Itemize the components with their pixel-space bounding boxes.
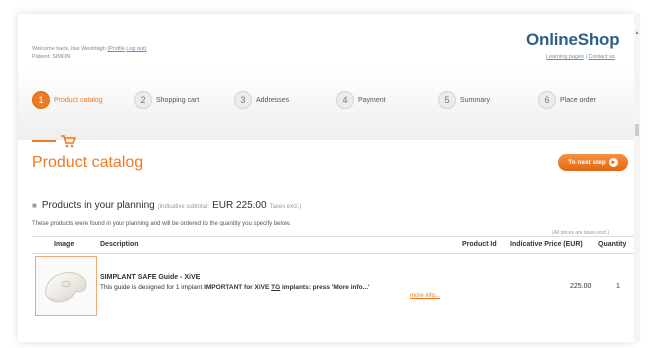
step-number: 6 [538, 91, 556, 109]
scrollbar-thumb[interactable] [635, 124, 639, 136]
desc-end: implants: press 'More info...' [281, 284, 370, 291]
product-description: This guide is designed for 1 implant IMP… [100, 284, 370, 291]
welcome-block: Welcome back, Ilse Westdagh (Profile Log… [32, 45, 146, 61]
subtotal-label: (indicative subtotal: [157, 204, 210, 210]
desc-tg: TG [271, 284, 281, 291]
patient-label: Patient: [32, 54, 51, 60]
scroll-up-icon[interactable]: ▲ [634, 30, 640, 36]
step-place-order[interactable]: 6 Place order [538, 90, 596, 110]
top-links: Learning pages | Contact us [546, 54, 615, 60]
next-step-button[interactable]: To next step ▸ [558, 154, 628, 171]
page: Welcome back, Ilse Westdagh (Profile Log… [0, 0, 651, 348]
cart-indicator [32, 134, 76, 148]
products-description: These products were found in your planni… [32, 221, 291, 227]
step-number: 1 [32, 91, 50, 109]
page-title: Product catalog [32, 154, 144, 171]
logout-link[interactable]: Log out) [126, 46, 146, 52]
subtotal-amount: EUR 225.00 [212, 200, 267, 211]
step-addresses[interactable]: 3 Addresses [234, 90, 289, 110]
step-number: 2 [134, 91, 152, 109]
next-step-label: To next step [568, 159, 606, 166]
step-number: 5 [438, 91, 456, 109]
col-product-id: Product Id [462, 241, 497, 248]
col-price: Indicative Price (EUR) [510, 241, 583, 248]
step-label: Place order [560, 96, 596, 104]
scrollbar[interactable] [634, 14, 640, 342]
step-label: Shopping cart [156, 96, 200, 104]
user-name: Ilse Westdagh [71, 46, 106, 52]
arrow-right-icon: ▸ [608, 158, 618, 167]
product-price: 225.00 [570, 283, 592, 290]
products-heading: ■ Products in your planning (indicative … [32, 200, 301, 211]
desc-important: IMPORTANT for XiVE [204, 284, 270, 291]
progress-line [32, 140, 56, 142]
step-payment[interactable]: 4 Payment [336, 90, 386, 110]
desc-start: This guide is designed for 1 implant [100, 284, 203, 291]
product-image[interactable] [35, 256, 97, 316]
more-info-link[interactable]: more info... [410, 293, 440, 299]
contact-us-link[interactable]: Contact us [588, 54, 614, 60]
step-number: 4 [336, 91, 354, 109]
product-quantity[interactable]: 1 [616, 283, 620, 290]
welcome-text: Welcome back, [32, 46, 70, 52]
profile-link[interactable]: (Profile [107, 46, 124, 52]
surgical-guide-icon [45, 272, 87, 303]
step-product-catalog[interactable]: 1 Product catalog [32, 90, 103, 110]
step-number: 3 [234, 91, 252, 109]
table-row: SIMPLANT SAFE Guide - XiVE This guide is… [32, 254, 634, 316]
step-label: Addresses [256, 96, 290, 104]
step-shopping-cart[interactable]: 2 Shopping cart [134, 90, 199, 110]
shop-window: Welcome back, Ilse Westdagh (Profile Log… [18, 14, 634, 342]
step-label: Product catalog [54, 96, 103, 104]
col-description: Description [100, 241, 139, 248]
patient-name: SIMON [52, 54, 71, 60]
step-label: Summary [460, 96, 490, 104]
shopping-cart-icon [61, 135, 76, 148]
step-label: Payment [358, 96, 386, 104]
product-name: SIMPLANT SAFE Guide - XiVE [100, 274, 201, 281]
square-bullet-icon: ■ [32, 201, 37, 210]
online-shop-logo[interactable]: OnlineShop [526, 30, 620, 50]
table-header: Image Description Product Id Indicative … [32, 236, 634, 254]
col-image: Image [54, 241, 75, 248]
col-quantity: Quantity [598, 241, 627, 248]
checkout-steps: 1 Product catalog 2 Shopping cart 3 Addr… [18, 68, 634, 148]
learning-pages-link[interactable]: Learning pages [546, 54, 584, 60]
step-summary[interactable]: 5 Summary [438, 90, 490, 110]
products-heading-text: Products in your planning [41, 200, 155, 211]
subtotal-tax: Taxes excl.) [269, 204, 302, 210]
